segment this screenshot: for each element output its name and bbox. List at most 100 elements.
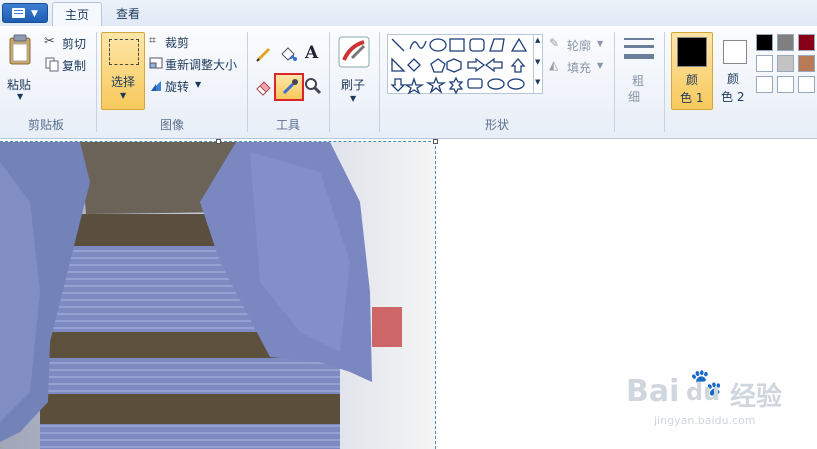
rotate-label: 旋转	[165, 80, 190, 94]
chevron-down-icon: ▼	[195, 80, 202, 89]
dress-photo	[0, 142, 436, 449]
dress-stripe	[40, 383, 340, 385]
line-thick-icon	[624, 54, 654, 59]
color-picker-tool[interactable]	[274, 73, 304, 101]
palette-swatch[interactable]	[798, 34, 815, 51]
line-medium-icon	[624, 45, 654, 48]
watermark-brand: Bai	[626, 374, 680, 409]
color1-label-2: 色 1	[680, 91, 704, 105]
app-menu-button[interactable]: ▼	[2, 3, 48, 23]
dress-stripe	[40, 432, 340, 434]
shapes-gallery[interactable]	[387, 34, 543, 95]
magnifier-icon	[305, 78, 322, 95]
pencil-tool[interactable]	[254, 44, 274, 64]
palette-swatch[interactable]	[756, 76, 773, 93]
watermark-url: jingyan.baidu.com	[654, 414, 756, 427]
magnifier-tool[interactable]	[303, 76, 323, 96]
resize-button[interactable]: 重新调整大小	[148, 55, 240, 73]
eraser-tool[interactable]	[254, 76, 274, 96]
separator	[329, 32, 330, 132]
color-palette	[756, 34, 817, 98]
ribbon: 粘贴 ▼ ✂ 剪切 复制 剪贴板 选择 ▼ ⌗ 裁剪 重新调整大小 旋转 ▼ 图…	[0, 26, 817, 139]
color2-swatch	[723, 40, 747, 64]
dress-stripe	[40, 425, 340, 427]
outline-label: 轮廓	[567, 39, 592, 53]
text-icon: A	[305, 43, 319, 63]
color1-button[interactable]: 颜 色 1	[671, 32, 713, 110]
clipboard-icon	[9, 34, 31, 65]
palette-swatch[interactable]	[777, 76, 794, 93]
crop-button[interactable]: ⌗ 裁剪	[148, 33, 208, 51]
size-button[interactable]: 粗 细	[618, 32, 660, 112]
dress-stripe	[40, 376, 340, 378]
select-label: 选择	[111, 75, 136, 89]
cut-button[interactable]: ✂ 剪切	[44, 34, 94, 52]
size-label-1: 粗	[632, 74, 645, 88]
shapes-scroll[interactable]: ▲ ▼ ▼	[533, 34, 543, 94]
rotate-button[interactable]: 旋转 ▼	[148, 77, 208, 95]
brush-icon	[338, 36, 370, 68]
cut-label: 剪切	[62, 37, 87, 51]
tab-view[interactable]: 查看	[104, 2, 152, 26]
dress-stripe	[40, 362, 340, 364]
watermark-brand3: 经验	[730, 382, 783, 412]
outline-button[interactable]: ✎ 轮廓 ▼	[549, 36, 609, 54]
palette-swatch[interactable]	[777, 34, 794, 51]
watermark-brand2: du	[686, 378, 721, 406]
canvas-image[interactable]	[0, 142, 436, 449]
shapes-group-label: 形状	[484, 118, 509, 132]
brushes-button[interactable]: 刷子 ▼	[334, 32, 374, 112]
separator	[379, 32, 380, 132]
color2-label-1: 颜	[727, 72, 740, 86]
copy-icon	[45, 57, 59, 72]
chevron-up-icon: ▲	[535, 36, 541, 44]
palette-swatch[interactable]	[756, 34, 773, 51]
fill-button[interactable]: ◭ 填充 ▼	[549, 58, 609, 76]
separator	[614, 32, 615, 132]
chevron-down-icon: ▼	[120, 91, 127, 100]
brush-label: 刷子	[341, 78, 366, 92]
copy-button[interactable]: 复制	[44, 56, 94, 74]
resize-handle-top-right[interactable]	[433, 139, 438, 144]
copy-label: 复制	[62, 59, 87, 73]
scissors-icon: ✂	[44, 34, 55, 49]
color1-label-1: 颜	[686, 73, 699, 87]
separator	[247, 32, 248, 132]
paste-label: 粘贴	[7, 78, 32, 92]
chevron-down-icon: ▼	[535, 58, 541, 66]
palette-swatch[interactable]	[777, 55, 794, 72]
paste-button[interactable]: 粘贴 ▼	[3, 32, 37, 106]
dress-stripe	[40, 390, 340, 392]
resize-icon	[149, 57, 163, 69]
color2-label-2: 色 2	[721, 90, 745, 104]
eraser-icon	[256, 81, 271, 96]
selection-icon	[109, 39, 139, 65]
clipboard-group-label: 剪贴板	[27, 118, 64, 132]
select-button[interactable]: 选择 ▼	[101, 32, 145, 110]
dress-stripe	[40, 369, 340, 371]
color2-button[interactable]: 颜 色 2	[717, 32, 753, 110]
palette-swatch[interactable]	[798, 55, 815, 72]
separator	[664, 32, 665, 132]
image-group-label: 图像	[159, 118, 184, 132]
dress-stripe	[40, 439, 340, 441]
chevron-down-icon: ▼	[597, 39, 604, 48]
dress-stripe	[40, 446, 340, 448]
chevron-down-icon: ▼	[31, 9, 38, 19]
resize-handle-top[interactable]	[216, 139, 221, 144]
text-tool[interactable]: A	[302, 43, 322, 65]
resize-label: 重新调整大小	[165, 58, 238, 72]
document-icon	[12, 8, 25, 18]
ribbon-tab-bar: ▼ 主页 查看	[0, 0, 817, 27]
pen-icon: ✎	[549, 36, 560, 50]
palette-swatch[interactable]	[798, 76, 815, 93]
palette-swatch[interactable]	[756, 55, 773, 72]
color1-swatch	[677, 37, 707, 67]
fill-label: 填充	[567, 61, 592, 75]
watermark: Bai 🐾 du 经验 jingyan.baidu.com	[618, 362, 808, 442]
fill-icon: ◭	[549, 58, 559, 72]
fill-tool[interactable]	[278, 44, 298, 64]
chevron-down-icon: ▼	[597, 61, 604, 70]
tab-home[interactable]: 主页	[52, 2, 103, 27]
tools-group-label: 工具	[275, 118, 300, 132]
